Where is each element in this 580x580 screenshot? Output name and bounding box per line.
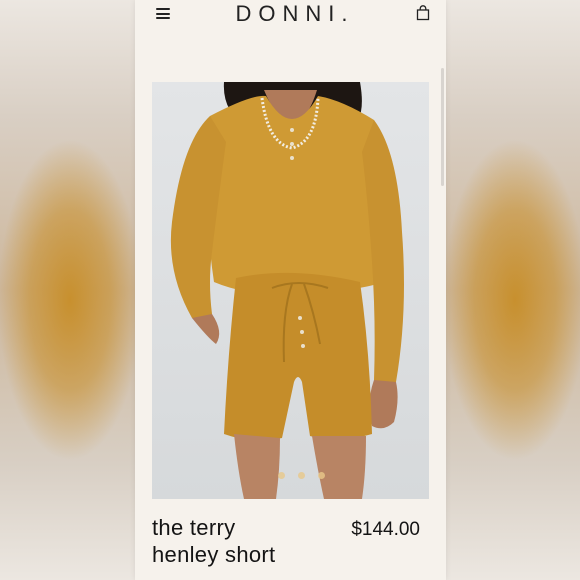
product-title-line1: the terry	[152, 515, 236, 540]
scrollbar[interactable]	[441, 68, 444, 186]
product-title: the terry henley short	[152, 514, 312, 568]
brand-logo[interactable]: DONNI.	[230, 1, 360, 27]
carousel-dot[interactable]	[278, 472, 285, 479]
carousel-dot[interactable]	[298, 472, 305, 479]
product-image[interactable]	[152, 82, 429, 499]
carousel-dot[interactable]	[318, 472, 325, 479]
top-navigation-bar: DONNI.	[135, 0, 446, 30]
product-price: $144.00	[351, 519, 420, 540]
product-title-line2: henley short	[152, 542, 276, 567]
product-page: DONNI. the terry henley short $144.00	[135, 0, 446, 580]
hamburger-menu-icon[interactable]	[156, 8, 170, 19]
shopping-bag-icon[interactable]	[416, 5, 430, 21]
